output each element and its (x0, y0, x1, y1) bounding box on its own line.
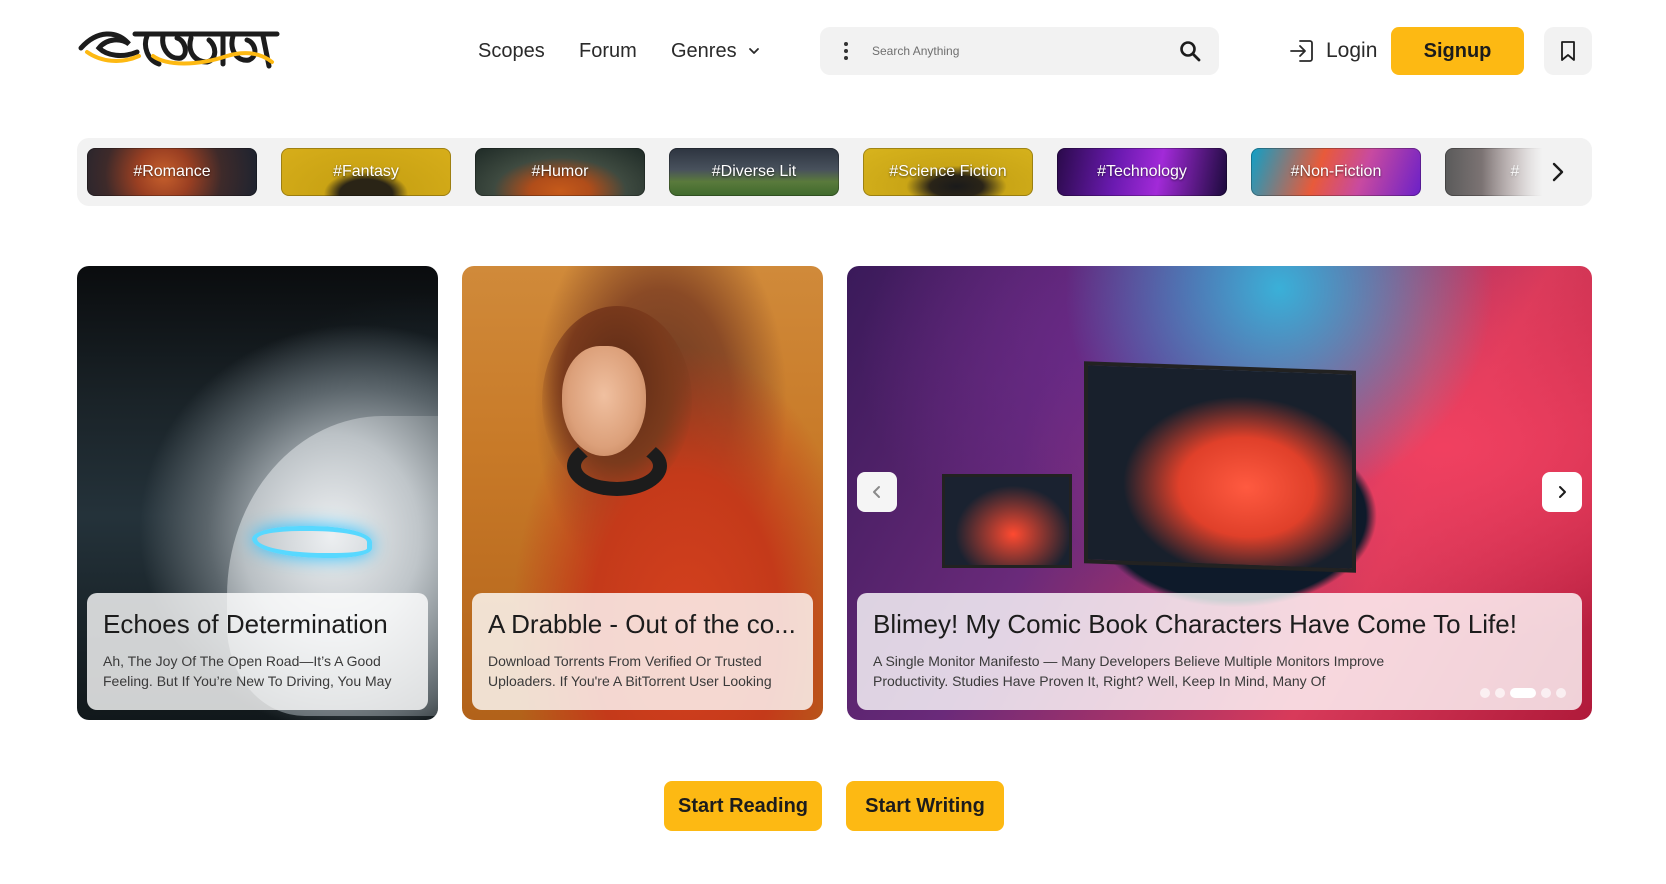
login-link[interactable]: Login (1288, 33, 1377, 69)
carousel-prev-button[interactable] (857, 472, 897, 512)
genre-strip: #Romance #Fantasy #Humor #Diverse Lit #S… (77, 138, 1592, 206)
carousel-dot[interactable] (1510, 688, 1536, 698)
story-card[interactable]: Echoes of Determination Ah, The Joy Of T… (77, 266, 438, 720)
card-excerpt: Download Torrents From Verified Or Trust… (488, 653, 772, 689)
login-label: Login (1326, 39, 1378, 62)
carousel-dot[interactable] (1480, 688, 1490, 698)
card-excerpt: Ah, The Joy Of The Open Road—It’s A Good… (103, 653, 392, 689)
genre-chip-label: #Humor (531, 163, 589, 180)
kebab-menu-icon[interactable] (838, 40, 854, 62)
nav-scopes[interactable]: Scopes (478, 36, 545, 66)
start-reading-button[interactable]: Start Reading (664, 781, 822, 831)
carousel-dot[interactable] (1495, 688, 1505, 698)
carousel-dot[interactable] (1556, 688, 1566, 698)
carousel-dot[interactable] (1541, 688, 1551, 698)
start-writing-button[interactable]: Start Writing (846, 781, 1004, 831)
chevron-right-icon[interactable] (1546, 160, 1570, 184)
genre-chip-humor[interactable]: #Humor (475, 148, 645, 196)
genre-chip-label: #Diverse Lit (711, 163, 797, 180)
chevron-down-icon (748, 48, 759, 54)
chevron-left-icon (873, 486, 880, 498)
chevron-right-icon (1559, 486, 1566, 498)
signup-button[interactable]: Signup (1391, 27, 1524, 75)
genre-chip-romance[interactable]: #Romance (87, 148, 257, 196)
login-icon (1290, 40, 1313, 62)
card-title: Blimey! My Comic Book Characters Have Co… (873, 609, 1517, 639)
card-image-laptop (942, 474, 1072, 568)
card-image-headphones (567, 436, 667, 496)
card-caption: Blimey! My Comic Book Characters Have Co… (857, 593, 1582, 710)
genre-chip-label: #Technology (1097, 163, 1187, 180)
search-bar (820, 27, 1219, 75)
genre-chip-label: #Romance (133, 163, 211, 180)
genre-chip-science-fiction[interactable]: #Science Fiction (863, 148, 1033, 196)
nav-genres-label: Genres (671, 39, 737, 62)
genre-chip-label: #Science Fiction (889, 163, 1007, 180)
bookmark-button[interactable] (1544, 27, 1592, 75)
nav-scopes-label: Scopes (478, 39, 545, 62)
genre-chip-diverse-lit[interactable]: #Diverse Lit (669, 148, 839, 196)
nav-forum[interactable]: Forum (579, 36, 637, 66)
bookmark-icon (1561, 41, 1575, 61)
search-input[interactable] (872, 44, 1172, 58)
genre-chip-label: #Non-Fiction (1290, 163, 1382, 180)
genre-chip-technology[interactable]: #Technology (1057, 148, 1227, 196)
card-excerpt: A Single Monitor Manifesto — Many Develo… (873, 653, 1385, 689)
genre-chip-fantasy[interactable]: #Fantasy (281, 148, 451, 196)
nav-genres-dropdown[interactable]: Genres (671, 36, 761, 66)
nav-forum-label: Forum (579, 39, 637, 62)
search-icon[interactable] (1179, 40, 1201, 62)
card-caption: A Drabble - Out of the co... Download To… (472, 593, 813, 710)
featured-carousel[interactable]: Blimey! My Comic Book Characters Have Co… (847, 266, 1592, 720)
carousel-dots (1480, 688, 1566, 698)
logo-lettering-graphic (78, 31, 280, 69)
card-title: A Drabble - Out of the co... (488, 609, 796, 639)
genre-chip-label: #Fantasy (333, 163, 399, 180)
card-image-monitor (1084, 361, 1356, 573)
genre-chip-non-fiction[interactable]: #Non-Fiction (1251, 148, 1421, 196)
card-title: Echoes of Determination (103, 609, 388, 639)
strip-fade (1482, 138, 1592, 206)
carousel-next-button[interactable] (1542, 472, 1582, 512)
story-card[interactable]: A Drabble - Out of the co... Download To… (462, 266, 823, 720)
card-caption: Echoes of Determination Ah, The Joy Of T… (87, 593, 428, 710)
site-logo[interactable] (77, 26, 287, 74)
